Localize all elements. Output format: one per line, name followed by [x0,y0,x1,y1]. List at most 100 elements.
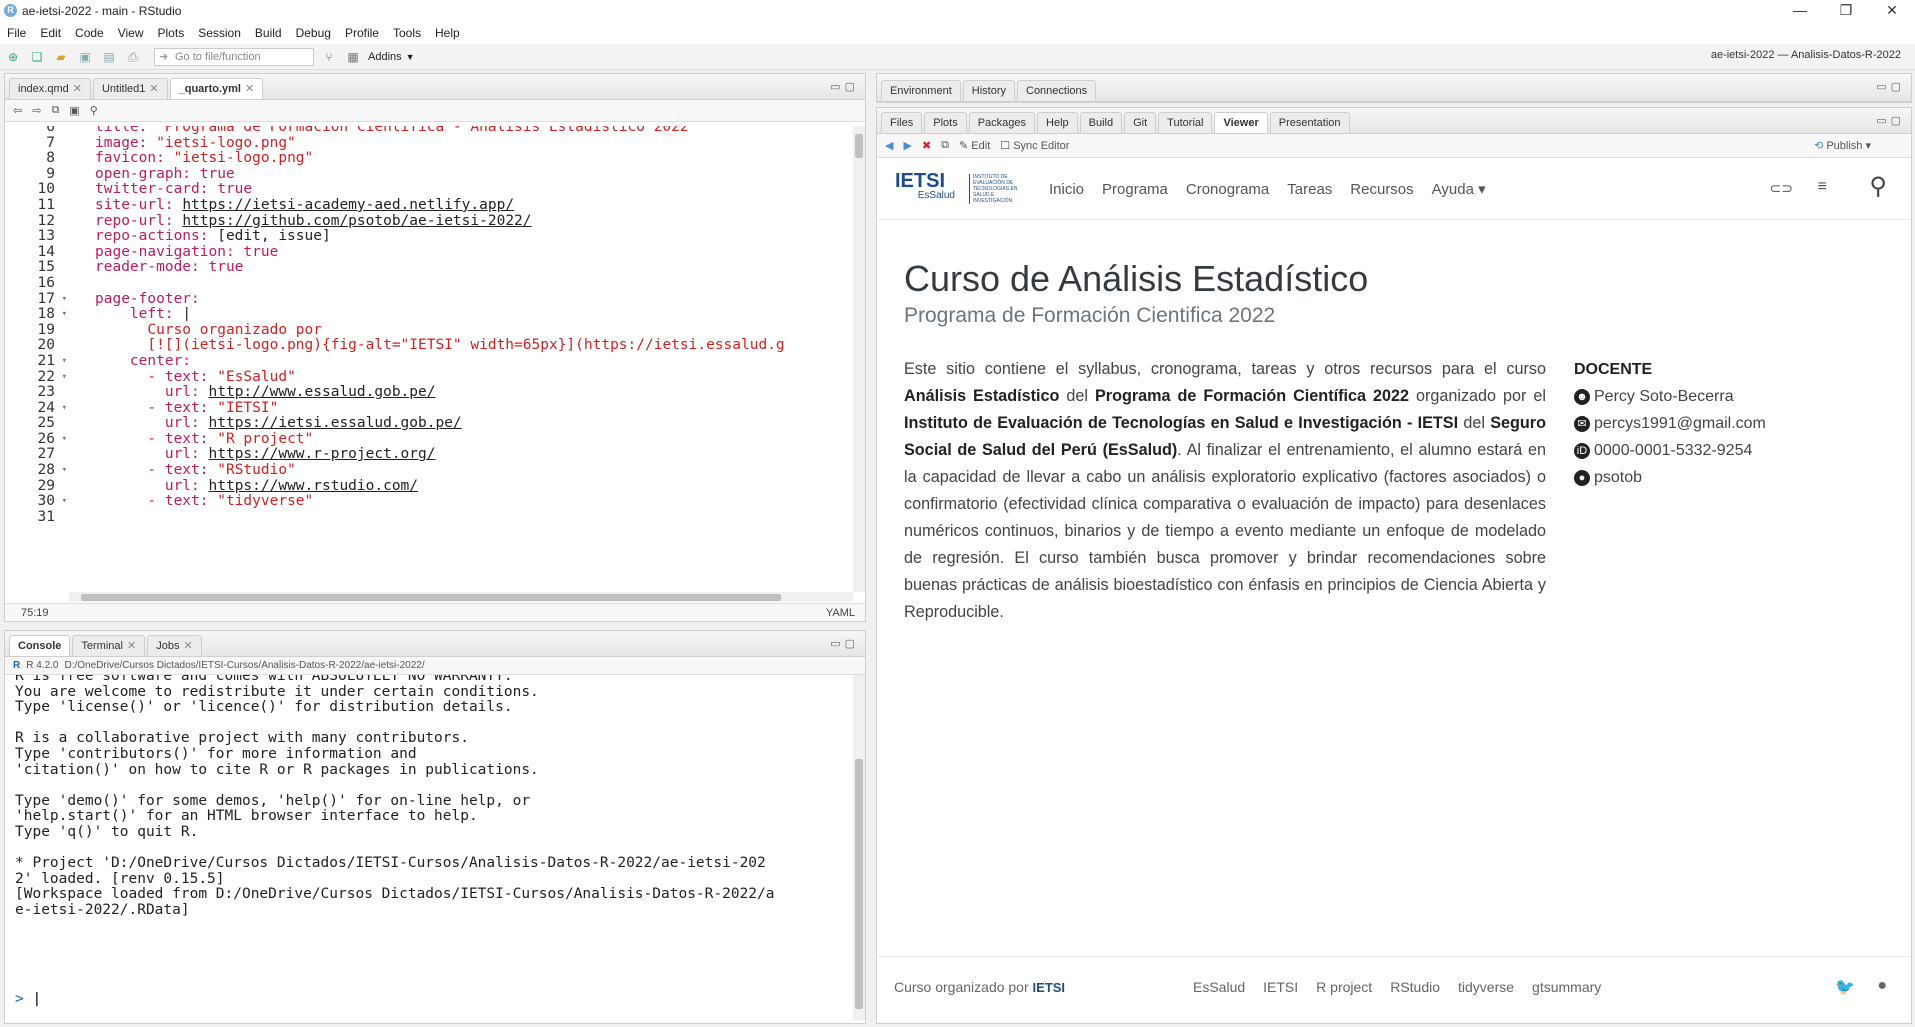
code-line[interactable]: favicon: "ietsi-logo.png" [95,150,785,167]
tab-close-icon[interactable]: ✕ [245,83,254,95]
menu-tools[interactable]: Tools [386,22,428,44]
code-line[interactable]: page-footer: [95,291,785,308]
tab-close-icon[interactable]: ✕ [127,640,136,652]
console-output-area[interactable]: R is free software and comes with ABSOLU… [5,675,853,1020]
nav-recursos[interactable]: Recursos [1350,181,1413,198]
code-line[interactable]: open-graph: true [95,166,785,183]
open-file-icon[interactable]: ▰ [52,49,70,65]
show-in-window-icon[interactable]: ⧉ [51,104,59,117]
menu-view[interactable]: View [111,22,151,44]
code-line[interactable]: repo-url: https://github.com/psotob/ae-i… [95,213,785,230]
footer-logo[interactable]: IETSI [1033,980,1066,995]
save-all-icon[interactable]: ▤ [100,49,118,65]
tab-index-qmd[interactable]: index.qmd ✕ [9,78,91,99]
tab-presentation[interactable]: Presentation [1269,112,1350,133]
new-file-icon[interactable]: ⊕ [4,49,22,65]
footer-link-tidyverse[interactable]: tidyverse [1458,979,1514,995]
menu-help[interactable]: Help [428,22,467,44]
tab-packages[interactable]: Packages [968,112,1036,133]
site-logo[interactable]: IETSI EsSalud [895,171,955,201]
fold-arrow-icon[interactable]: ▾ [62,292,67,308]
code-line[interactable]: url: https://www.rstudio.com/ [95,478,785,495]
reader-mode-toggle-icon[interactable]: ⊂⊃ [1770,180,1793,197]
fold-arrow-icon[interactable]: ▾ [62,354,67,370]
tab-jobs[interactable]: Jobs ✕ [147,635,202,656]
code-line[interactable]: [![](ietsi-logo.png){fig-alt="IETSI" wid… [95,338,784,354]
tab-help[interactable]: Help [1037,112,1078,133]
git-icon[interactable]: ⑂ [320,49,338,65]
code-area[interactable]: 6 7 8 9 10 11 12 13 14 15 16 17 ▾ 18 ▾ 19 20 21 ▾ 22 ▾ 23 24 ▾ 2… [5,126,853,592]
menu-profile[interactable]: Profile [338,22,386,44]
fold-arrow-icon[interactable]: ▾ [62,432,67,448]
tab-untitled1[interactable]: Untitled1 ✕ [92,78,168,99]
tab-build[interactable]: Build [1079,112,1123,133]
publish-button[interactable]: ⟲ Publish ▾ [1814,139,1871,152]
twitter-icon[interactable]: 🐦 [1835,977,1855,997]
code-line[interactable]: - text: "IETSI" [95,400,785,417]
docente-item[interactable]: ● psotob [1574,464,1814,491]
reader-list-icon[interactable]: ≡ [1818,178,1827,196]
code-line[interactable]: - text: "EsSalud" [95,369,785,386]
tab-environment[interactable]: Environment [881,80,961,101]
editor-vertical-scrollbar[interactable] [853,126,865,592]
menu-debug[interactable]: Debug [289,22,338,44]
working-directory[interactable]: D:/OneDrive/Cursos Dictados/IETSI-Cursos… [64,660,424,671]
code-line[interactable]: - text: "RStudio" [95,462,785,479]
addins-menu[interactable]: Addins [368,51,402,63]
edit-icon[interactable]: ✎ Edit [959,139,990,152]
stop-icon[interactable]: ✖ [922,139,931,152]
find-icon[interactable]: ⚲ [90,104,98,117]
code-line[interactable]: url: https://ietsi.essalud.gob.pe/ [95,415,785,432]
code-line[interactable]: twitter-card: true [95,182,785,198]
viewer-forward-icon[interactable]: ▶ [903,139,911,152]
console-scrollbar[interactable] [853,675,865,1020]
fold-arrow-icon[interactable]: ▾ [62,463,67,479]
tab-plots[interactable]: Plots [924,112,967,133]
print-icon[interactable]: ⎙ [124,49,142,65]
menu-code[interactable]: Code [68,22,111,44]
tab-close-icon[interactable]: ✕ [183,640,192,652]
pane-minmax-icon[interactable]: ▭▢ [830,80,859,93]
footer-link-rstudio[interactable]: RStudio [1390,979,1440,995]
tab-history[interactable]: History [962,80,1015,101]
tab-connections[interactable]: Connections [1017,80,1097,101]
file-type-menu[interactable]: YAML [826,607,855,619]
code-line[interactable]: - text: "R project" [95,431,785,448]
nav-programa[interactable]: Programa [1102,181,1168,198]
code-lines[interactable]: title: "Programa de Formación Cientifica… [95,126,785,525]
github-icon[interactable]: ● [1877,977,1887,995]
docente-item[interactable]: ✉ percys1991@gmail.com [1574,410,1814,437]
code-line[interactable]: site-url: https://ietsi-academy-aed.netl… [95,197,785,214]
code-line[interactable]: url: http://www.essalud.gob.pe/ [95,384,785,401]
open-in-browser-icon[interactable]: ⧉ [941,139,949,152]
code-line[interactable] [95,276,785,292]
nav-cronograma[interactable]: Cronograma [1186,181,1269,198]
minimize-button[interactable]: — [1777,0,1823,22]
forward-arrow-icon[interactable]: ⇨ [32,104,41,117]
maximize-button[interactable]: ❐ [1823,0,1869,22]
env-minmax-icon[interactable]: ▭▢ [1876,80,1905,93]
docente-item[interactable]: iD 0000-0001-5332-9254 [1574,437,1814,464]
new-project-icon[interactable]: ❏ [28,49,46,65]
tab-close-icon[interactable]: ✕ [73,83,82,95]
editor-horizontal-scrollbar[interactable] [69,592,853,602]
save-icon[interactable]: ▣ [76,49,94,65]
sync-editor-checkbox[interactable]: ☐ Sync Editor [1000,139,1069,152]
console-prompt[interactable]: > | [15,991,41,1007]
viewer-minmax-icon[interactable]: ▭▢ [1876,114,1905,127]
code-line[interactable]: page-navigation: true [95,244,785,261]
tab-close-icon[interactable]: ✕ [149,83,158,95]
tab-tutorial[interactable]: Tutorial [1158,112,1213,133]
footer-link-r-project[interactable]: R project [1316,979,1372,995]
menu-build[interactable]: Build [248,22,289,44]
menu-file[interactable]: File [0,22,33,44]
menu-edit[interactable]: Edit [33,22,68,44]
footer-link-ietsi[interactable]: IETSI [1263,979,1298,995]
code-line[interactable]: left: | [95,306,785,323]
nav-tareas[interactable]: Tareas [1287,181,1332,198]
console-minmax-icon[interactable]: ▭▢ [830,637,859,650]
code-line[interactable]: repo-actions: [edit, issue] [95,228,785,245]
back-arrow-icon[interactable]: ⇦ [13,104,22,117]
pane-layout-icon[interactable]: ▦ [344,49,362,65]
fold-arrow-icon[interactable]: ▾ [62,307,67,323]
